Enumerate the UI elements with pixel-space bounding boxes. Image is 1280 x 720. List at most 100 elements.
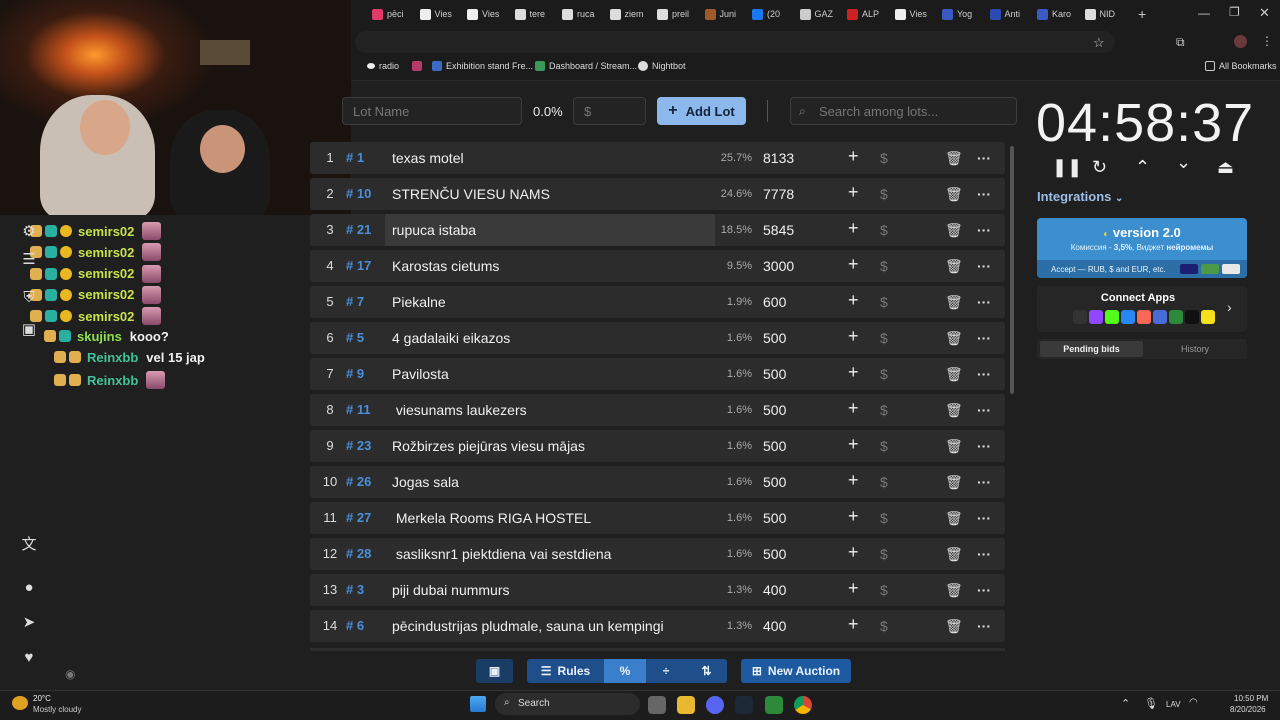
lot-amount[interactable]: 5845 <box>763 222 794 238</box>
add-lot-button[interactable]: + Add Lot <box>657 97 746 125</box>
chat-username[interactable]: semirs02 <box>78 224 134 239</box>
all-bookmarks[interactable]: All Bookmarks <box>1205 61 1277 71</box>
chat-username[interactable]: semirs02 <box>78 245 134 260</box>
version-card[interactable]: ◐ version 2.0 Комиссия - 3,5%, Виджет не… <box>1037 218 1247 278</box>
bookmark-radio[interactable]: radio <box>367 61 399 71</box>
profile-avatar[interactable] <box>1234 35 1247 48</box>
more-icon[interactable]: ··· <box>977 438 991 454</box>
more-icon[interactable]: ··· <box>977 222 991 238</box>
dollar-icon[interactable]: $ <box>880 258 888 274</box>
add-amount-icon[interactable]: + <box>848 398 859 419</box>
add-amount-icon[interactable]: + <box>848 218 859 239</box>
chat-username[interactable]: semirs02 <box>78 287 134 302</box>
lot-amount[interactable]: 400 <box>763 582 786 598</box>
menu-icon[interactable]: ⋮ <box>1261 34 1273 48</box>
browser-tab[interactable]: Vies <box>419 4 452 24</box>
more-icon[interactable]: ··· <box>977 186 991 202</box>
tab-history[interactable]: History <box>1143 344 1247 354</box>
split-icon[interactable]: ÷ <box>646 659 686 683</box>
minimize-icon[interactable]: — <box>1198 6 1210 20</box>
trash-icon[interactable]: 🗑 <box>945 438 963 455</box>
bookmark-nightbot[interactable]: Nightbot <box>638 61 686 71</box>
add-amount-icon[interactable]: + <box>848 506 859 527</box>
dollar-icon[interactable]: $ <box>880 222 888 238</box>
more-icon[interactable]: ··· <box>977 330 991 346</box>
lot-row[interactable]: 2 # 10 STRENČU VIESU NAMS 24.6% 7778 + $ 🗑 ··· <box>310 178 1005 210</box>
new-tab-icon[interactable]: + <box>1138 6 1146 22</box>
more-icon[interactable]: ··· <box>977 150 991 166</box>
add-amount-icon[interactable]: + <box>848 542 859 563</box>
trash-icon[interactable]: 🗑 <box>945 582 963 599</box>
browser-tab[interactable]: GAZ <box>799 4 833 24</box>
lot-name[interactable]: Merkela Rooms RIGA HOSTEL <box>392 510 591 526</box>
browser-tab[interactable]: Vies <box>467 4 499 24</box>
lot-name[interactable]: Jogas sala <box>392 474 459 490</box>
pause-icon[interactable]: ❚❚ <box>1052 157 1082 178</box>
lot-row[interactable]: 10 # 26 Jogas sala 1.6% 500 + $ 🗑 ··· <box>310 466 1005 498</box>
lot-amount[interactable]: 600 <box>763 294 786 310</box>
lot-row[interactable]: 13 # 3 piji dubai nummurs 1.3% 400 + $ 🗑 ··· <box>310 574 1005 606</box>
browser-tab[interactable]: pēci <box>372 4 404 24</box>
bookmark-dashboard[interactable]: Dashboard / Stream... <box>535 61 637 71</box>
more-icon[interactable]: ··· <box>977 258 991 274</box>
lot-amount[interactable]: 500 <box>763 546 786 562</box>
browser-tab[interactable]: tere <box>514 4 545 24</box>
lot-amount[interactable]: 500 <box>763 330 786 346</box>
url-field[interactable] <box>355 31 1115 53</box>
dollar-icon[interactable]: $ <box>880 546 888 562</box>
lot-amount[interactable]: 8133 <box>763 150 794 166</box>
amount-input[interactable]: $ <box>573 97 646 125</box>
lot-name-input[interactable]: Lot Name <box>342 97 522 125</box>
lot-row[interactable]: 4 # 17 Karostas cietums 9.5% 3000 + $ 🗑 ··· <box>310 250 1005 282</box>
dollar-icon[interactable]: $ <box>880 582 888 598</box>
trash-icon[interactable]: 🗑 <box>945 402 963 419</box>
lot-name[interactable]: Rožbirzes piejūras viesu mājas <box>392 438 585 454</box>
dollar-icon[interactable]: $ <box>880 186 888 202</box>
lot-name[interactable]: pēcindustrijas pludmale, sauna un kempin… <box>392 618 664 634</box>
chat-username[interactable]: skujins <box>77 329 122 344</box>
trash-icon[interactable]: 🗑 <box>945 150 963 167</box>
browser-tab[interactable]: Juni <box>704 4 736 24</box>
chat-username[interactable]: semirs02 <box>78 266 134 281</box>
language-indicator[interactable]: LAV <box>1166 700 1181 709</box>
add-amount-icon[interactable]: + <box>848 326 859 347</box>
lot-amount[interactable]: 500 <box>763 474 786 490</box>
weather-icon[interactable] <box>12 696 28 710</box>
more-icon[interactable]: ··· <box>977 474 991 490</box>
more-icon[interactable]: ··· <box>977 402 991 418</box>
dollar-icon[interactable]: $ <box>880 150 888 166</box>
browser-tab[interactable]: ruca <box>562 4 595 24</box>
eye-icon[interactable]: ◉ <box>65 667 75 681</box>
lot-row[interactable]: 3 # 21 rupuca istaba 18.5% 5845 + $ 🗑 ··· <box>310 214 1005 246</box>
trash-icon[interactable]: 🗑 <box>945 222 963 239</box>
task-view-icon[interactable] <box>648 696 666 714</box>
rules-button[interactable]: ☰ Rules <box>527 659 604 683</box>
lot-name[interactable]: sasliksnr1 piektdiena vai sestdiena <box>392 546 612 562</box>
trash-icon[interactable]: 🗑 <box>945 546 963 563</box>
bookmark-exhibition[interactable]: Exhibition stand Fre... <box>432 61 533 71</box>
lot-row[interactable]: 8 # 11 viesunams laukezers 1.6% 500 + $ 🗑 ··· <box>310 394 1005 426</box>
reset-icon[interactable]: ↻ <box>1092 157 1107 178</box>
lots-scrollbar[interactable] <box>1010 146 1014 394</box>
steam-icon[interactable] <box>735 696 753 714</box>
settings-gear-icon[interactable]: ⚙ <box>16 218 42 244</box>
chat-username[interactable]: Reinxbb <box>87 373 138 388</box>
more-icon[interactable]: ··· <box>977 510 991 526</box>
bookmark-star-icon[interactable]: ☆ <box>1093 35 1105 51</box>
dollar-icon[interactable]: $ <box>880 402 888 418</box>
trash-icon[interactable]: 🗑 <box>945 510 963 527</box>
add-amount-icon[interactable]: + <box>848 182 859 203</box>
tab-pending-bids[interactable]: Pending bids <box>1040 341 1143 357</box>
lot-amount[interactable]: 500 <box>763 402 786 418</box>
lot-row[interactable]: 5 # 7 Piekalne 1.9% 600 + $ 🗑 ··· <box>310 286 1005 318</box>
lot-row[interactable]: 14 # 6 pēcindustrijas pludmale, sauna un k… <box>310 610 1005 642</box>
lot-row[interactable]: 9 # 23 Rožbirzes piejūras viesu mājas 1.6% 5… <box>310 430 1005 462</box>
connect-apps-card[interactable]: Connect Apps › <box>1037 286 1247 332</box>
dollar-icon[interactable]: $ <box>880 438 888 454</box>
extensions-icon[interactable]: ⧉ <box>1176 35 1185 50</box>
dollar-icon[interactable]: $ <box>880 330 888 346</box>
github-icon[interactable]: ● <box>16 574 42 600</box>
more-icon[interactable]: ··· <box>977 546 991 562</box>
dollar-icon[interactable]: $ <box>880 294 888 310</box>
chrome-icon[interactable] <box>794 696 812 714</box>
